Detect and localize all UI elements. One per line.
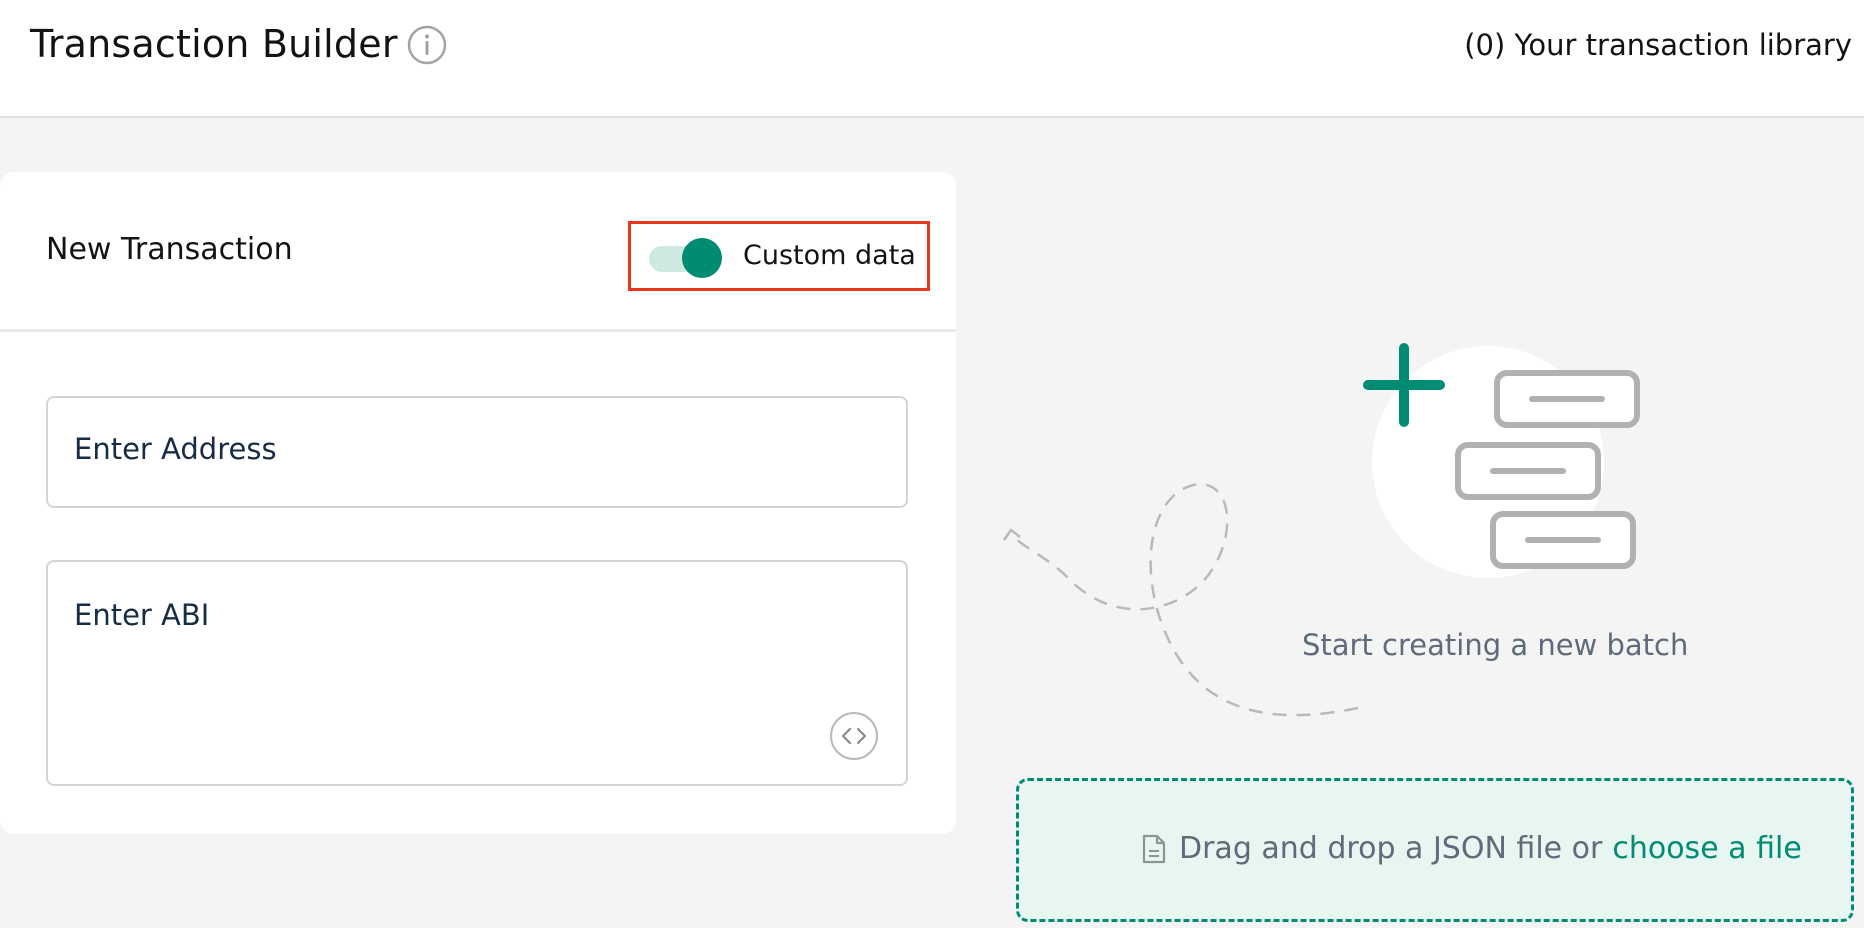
abi-placeholder: Enter ABI (74, 598, 210, 632)
top-bar: Transaction Builder (0) Your transaction… (0, 0, 1864, 118)
toggle-knob[interactable] (682, 238, 722, 278)
file-icon (1142, 834, 1166, 863)
app-title: Transaction Builder (30, 22, 398, 66)
dropzone-label: Drag and drop a JSON file or (1179, 831, 1603, 866)
card-header: New Transaction Custom data (0, 172, 956, 332)
transaction-library-link[interactable]: (0) Your transaction library (1464, 28, 1852, 62)
address-input[interactable]: Enter Address (46, 396, 908, 508)
new-transaction-title: New Transaction (46, 232, 293, 267)
choose-file-link[interactable]: choose a file (1612, 831, 1801, 866)
address-placeholder: Enter Address (74, 432, 277, 466)
json-dropzone[interactable]: Drag and drop a JSON file or choose a fi… (1016, 778, 1854, 922)
code-icon[interactable] (830, 712, 878, 760)
custom-data-toggle[interactable]: Custom data (628, 221, 930, 291)
info-icon[interactable] (406, 24, 448, 66)
empty-state-message: Start creating a new batch (1302, 628, 1689, 662)
new-transaction-card: New Transaction Custom data Enter Addres… (0, 172, 956, 834)
empty-batch-illustration (1002, 343, 1640, 717)
abi-input[interactable]: Enter ABI (46, 560, 908, 786)
dropzone-text: Drag and drop a JSON file or choose a fi… (1141, 831, 1802, 866)
custom-data-label: Custom data (743, 240, 916, 271)
